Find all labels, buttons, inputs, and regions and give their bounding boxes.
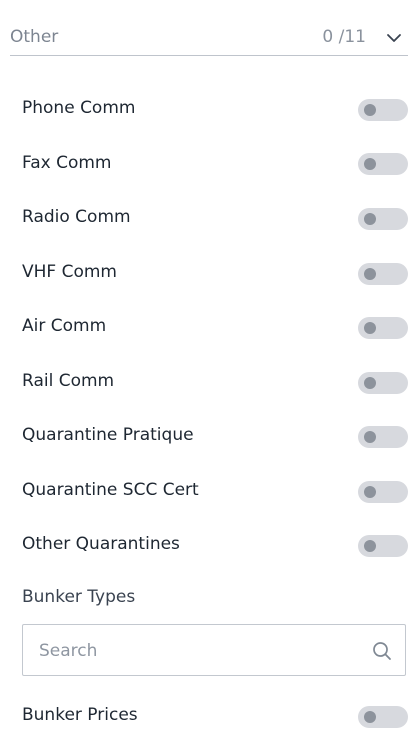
toggle-row-radio-comm: Radio Comm (22, 204, 408, 234)
section-selected-count: 0 /11 (322, 27, 366, 47)
toggle-label: Bunker Prices (22, 705, 138, 725)
toggle-knob (364, 213, 376, 225)
toggle-knob (364, 322, 376, 334)
radio-comm-toggle[interactable] (358, 208, 408, 230)
quarantine-scc-cert-toggle[interactable] (358, 481, 408, 503)
chevron-down-icon[interactable] (386, 32, 402, 44)
toggle-label: Air Comm (22, 316, 107, 336)
filter-panel: Other 0 /11 Phone Comm Fax Comm Radio Co… (0, 0, 416, 752)
toggle-row-rail-comm: Rail Comm (22, 368, 408, 398)
toggle-label: Radio Comm (22, 207, 131, 227)
toggle-label: Quarantine SCC Cert (22, 480, 199, 500)
rail-comm-toggle[interactable] (358, 372, 408, 394)
toggle-row-bunker-prices: Bunker Prices (22, 702, 408, 732)
toggle-label: Quarantine Pratique (22, 425, 194, 445)
toggle-knob (364, 540, 376, 552)
bunker-prices-toggle[interactable] (358, 706, 408, 728)
toggle-knob (364, 158, 376, 170)
toggle-row-vhf-comm: VHF Comm (22, 259, 408, 289)
toggle-knob (364, 711, 376, 723)
toggle-label: Rail Comm (22, 371, 115, 391)
toggle-knob (364, 486, 376, 498)
vhf-comm-toggle[interactable] (358, 263, 408, 285)
toggle-row-other-quarantines: Other Quarantines (22, 531, 408, 561)
toggle-knob (364, 104, 376, 116)
toggle-row-quarantine-scc-cert: Quarantine SCC Cert (22, 477, 408, 507)
bunker-types-search-input[interactable] (37, 635, 361, 667)
bunker-types-heading: Bunker Types (22, 587, 136, 607)
toggle-label: Phone Comm (22, 98, 136, 118)
toggle-knob (364, 268, 376, 280)
toggle-row-phone-comm: Phone Comm (22, 95, 408, 125)
fax-comm-toggle[interactable] (358, 153, 408, 175)
quarantine-pratique-toggle[interactable] (358, 426, 408, 448)
toggle-row-air-comm: Air Comm (22, 313, 408, 343)
other-quarantines-toggle[interactable] (358, 535, 408, 557)
toggle-label: Fax Comm (22, 153, 112, 173)
air-comm-toggle[interactable] (358, 317, 408, 339)
phone-comm-toggle[interactable] (358, 99, 408, 121)
toggle-knob (364, 431, 376, 443)
section-title: Other (10, 27, 59, 47)
toggle-knob (364, 377, 376, 389)
section-header-other[interactable]: Other 0 /11 (10, 22, 408, 56)
toggle-row-quarantine-pratique: Quarantine Pratique (22, 422, 408, 452)
bunker-types-search-box[interactable] (22, 624, 406, 676)
toggle-label: Other Quarantines (22, 534, 180, 554)
search-icon[interactable] (372, 641, 392, 661)
toggle-row-fax-comm: Fax Comm (22, 150, 408, 180)
toggle-label: VHF Comm (22, 262, 117, 282)
